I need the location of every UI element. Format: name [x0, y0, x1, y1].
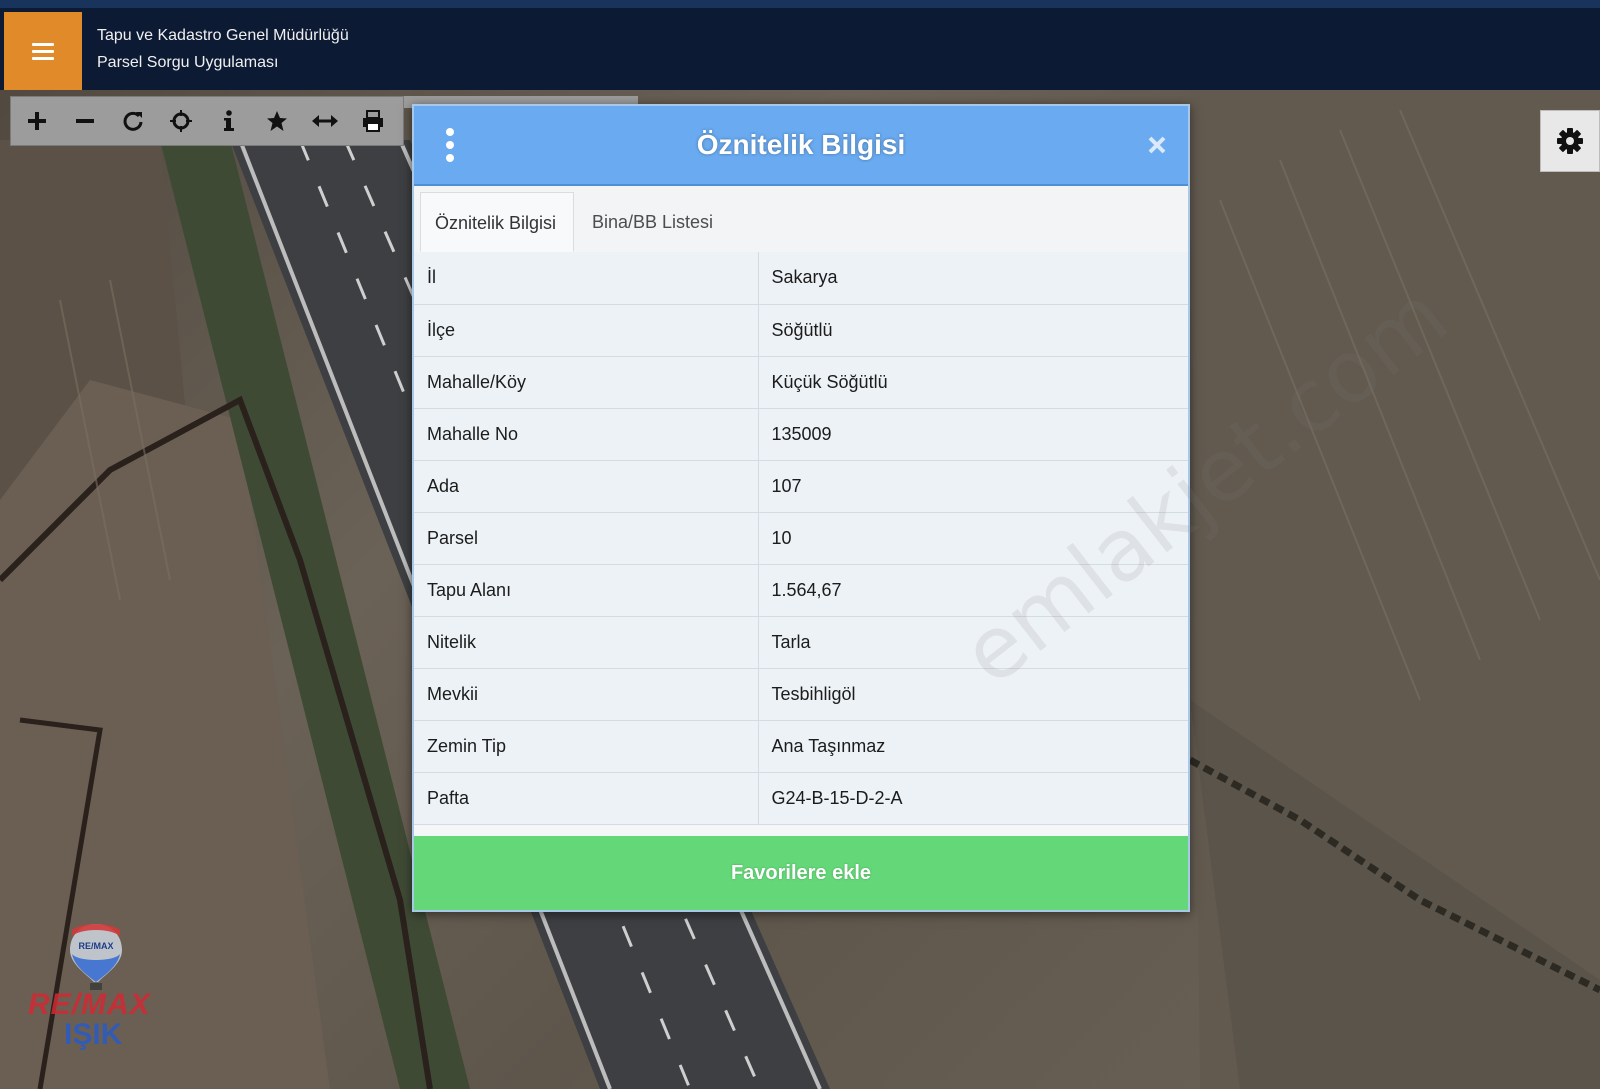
attribute-key: Parsel — [414, 512, 759, 565]
dialog-title: Öznitelik Bilgisi — [696, 129, 906, 160]
tab-attribute-info[interactable]: Öznitelik Bilgisi — [420, 192, 574, 252]
attribute-key: Zemin Tip — [414, 720, 759, 773]
attribute-value: Sakarya — [758, 252, 1188, 305]
dialog-tabs: Öznitelik Bilgisi Bina/BB Listesi — [414, 186, 1188, 253]
app-header: Tapu ve Kadastro Genel Müdürlüğü Parsel … — [0, 0, 1600, 90]
attribute-value: 10 — [758, 512, 1188, 565]
table-row: Pafta G24-B-15-D-2-A — [414, 772, 1188, 825]
balloon-logo-icon: RE/MAX — [70, 924, 122, 990]
attribute-key: Mevkii — [414, 668, 759, 721]
table-row: Mahalle No 135009 — [414, 408, 1188, 461]
print-icon[interactable] — [349, 97, 397, 145]
table-row: İl Sakarya — [414, 252, 1188, 305]
org-name: Tapu ve Kadastro Genel Müdürlüğü — [97, 27, 349, 44]
logo-sub: IŞIK — [64, 1018, 123, 1051]
add-to-favorites-button[interactable]: Favorilere ekle — [414, 836, 1188, 910]
attribute-table: İl Sakarya İlçe Söğütlü Mahalle/Köy Küçük Söğ… — [414, 252, 1188, 825]
favorite-star-icon[interactable] — [253, 97, 301, 145]
table-row: Mahalle/Köy Küçük Söğütlü — [414, 356, 1188, 409]
tab-building-list[interactable]: Bina/BB Listesi — [578, 192, 727, 252]
attribute-value: 107 — [758, 460, 1188, 513]
attribute-value: 1.564,67 — [758, 564, 1188, 617]
attribute-dialog: Öznitelik Bilgisi Öznitelik Bilgisi Bina… — [412, 104, 1466, 912]
balloon-text: RE/MAX — [78, 941, 113, 951]
dialog-header: Öznitelik Bilgisi — [414, 106, 1188, 186]
locate-icon[interactable] — [157, 97, 205, 145]
attribute-key: Tapu Alanı — [414, 564, 759, 617]
attribute-key: İl — [414, 252, 759, 305]
remax-logo: RE/MAX RE/MAX IŞIK — [24, 922, 174, 1052]
map-toolbar — [10, 96, 404, 146]
zoom-in-icon[interactable] — [13, 97, 61, 145]
gear-icon — [1557, 128, 1583, 154]
close-icon[interactable] — [1142, 130, 1172, 160]
attribute-key: Mahalle No — [414, 408, 759, 461]
table-row: Parsel 10 — [414, 512, 1188, 565]
attribute-value: Küçük Söğütlü — [758, 356, 1188, 409]
attribute-key: İlçe — [414, 304, 759, 357]
table-row: Tapu Alanı 1.564,67 — [414, 564, 1188, 617]
attribute-key: Pafta — [414, 772, 759, 825]
table-row: Nitelik Tarla — [414, 616, 1188, 669]
attribute-value: Söğütlü — [758, 304, 1188, 357]
table-row: Ada 107 — [414, 460, 1188, 513]
attribute-key: Ada — [414, 460, 759, 513]
attribute-value: 135009 — [758, 408, 1188, 461]
table-row: Zemin Tip Ana Taşınmaz — [414, 720, 1188, 773]
attribute-key: Nitelik — [414, 616, 759, 669]
app-titles: Tapu ve Kadastro Genel Müdürlüğü Parsel … — [97, 22, 349, 76]
settings-button[interactable] — [1540, 110, 1600, 172]
table-row: Mevkii Tesbihligöl — [414, 668, 1188, 721]
info-icon[interactable] — [205, 97, 253, 145]
menu-button[interactable] — [4, 12, 82, 90]
app-name: Parsel Sorgu Uygulaması — [97, 54, 279, 71]
hamburger-icon — [32, 43, 54, 60]
refresh-icon[interactable] — [109, 97, 157, 145]
zoom-out-icon[interactable] — [61, 97, 109, 145]
attribute-key: Mahalle/Köy — [414, 356, 759, 409]
measure-icon[interactable] — [301, 97, 349, 145]
attribute-value: Tarla — [758, 616, 1188, 669]
table-row: İlçe Söğütlü — [414, 304, 1188, 357]
logo-brand: RE/MAX — [28, 988, 151, 1021]
attribute-value: G24-B-15-D-2-A — [758, 772, 1188, 825]
attribute-value: Tesbihligöl — [758, 668, 1188, 721]
attribute-value: Ana Taşınmaz — [758, 720, 1188, 773]
